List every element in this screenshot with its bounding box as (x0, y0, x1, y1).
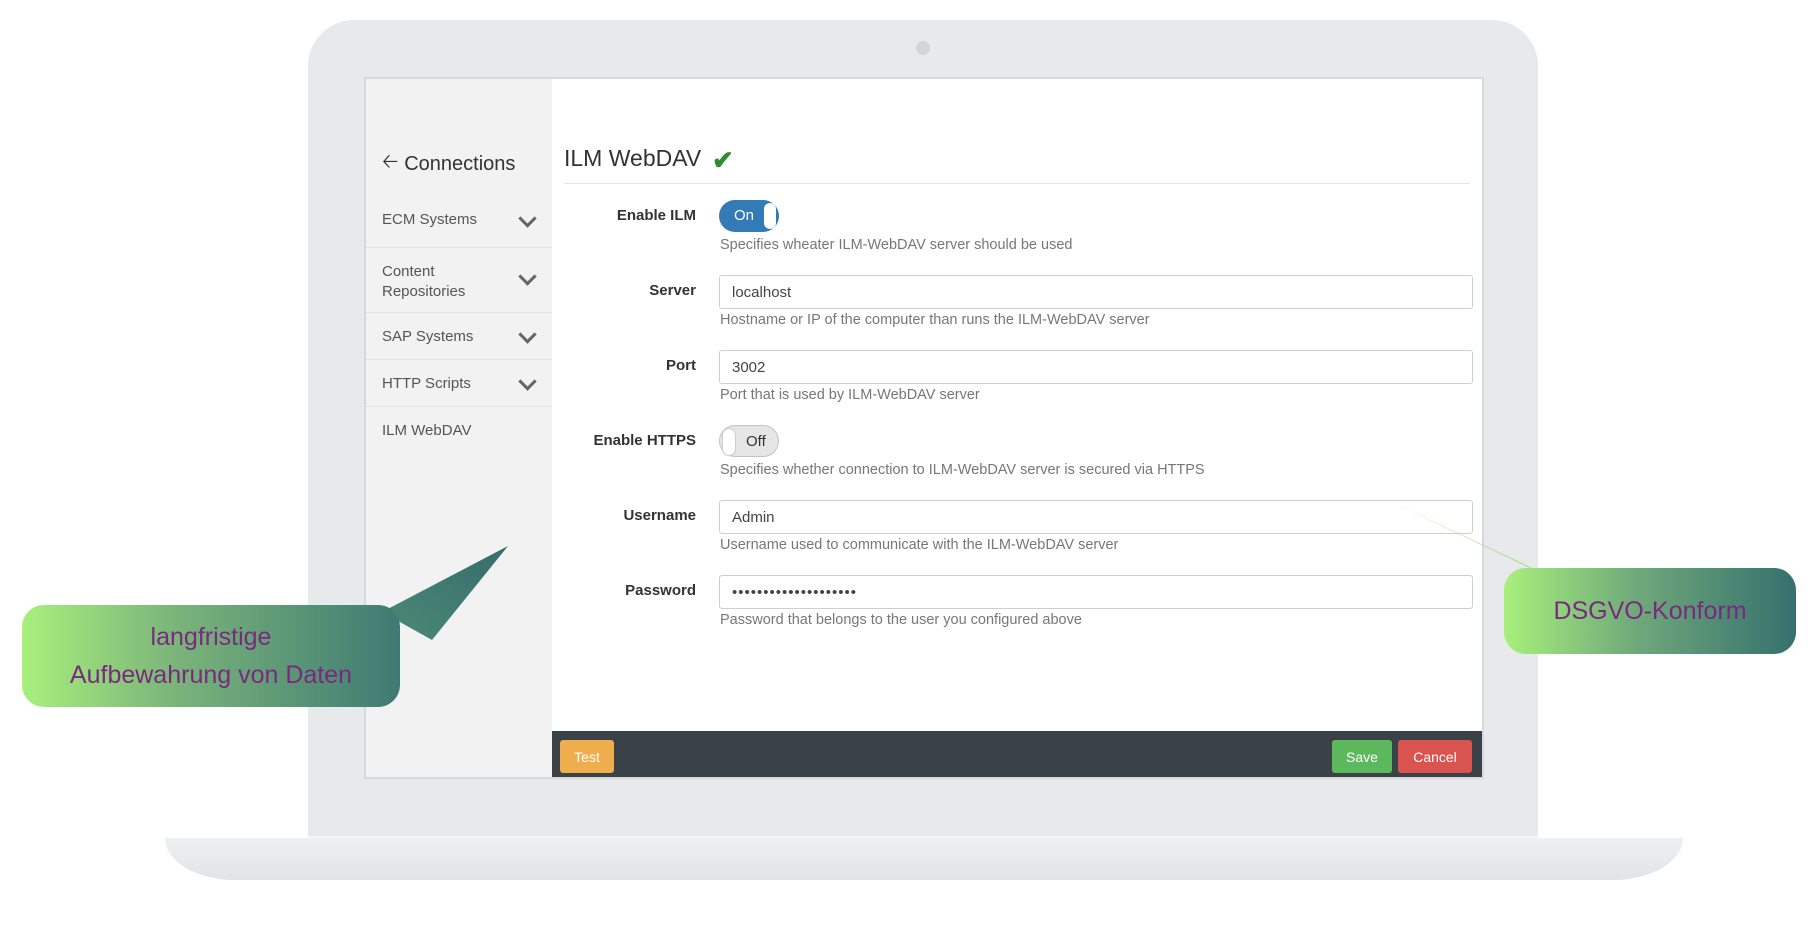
callout-left-line2: Aufbewahrung von Daten (69, 661, 353, 689)
callout-right-text: DSGVO-Konform (1553, 597, 1747, 625)
callout-long-term-retention: langfristige Aufbewahrung von Daten (22, 605, 400, 707)
left-callout-pointer (382, 546, 508, 640)
callout-gdpr-compliant: DSGVO-Konform (1504, 568, 1796, 654)
stage: 🡠 Connections ECM Systems Content Reposi… (0, 0, 1808, 930)
callout-left-line1: langfristige (150, 623, 272, 651)
callout-pointers (382, 502, 1600, 640)
